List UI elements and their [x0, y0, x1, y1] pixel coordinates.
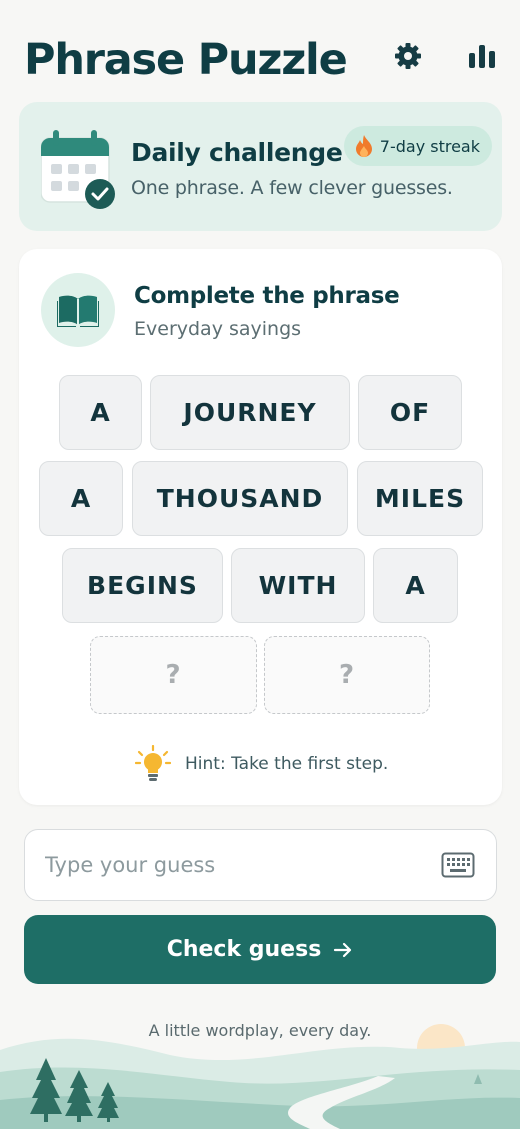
card-title: Complete the phrase [134, 283, 400, 309]
hint-text: Hint: Take the first step. [185, 754, 389, 774]
gear-icon[interactable] [392, 40, 424, 72]
flame-icon [355, 135, 372, 157]
footer-tagline: A little wordplay, every day. [148, 1021, 372, 1040]
daily-subtitle: One phrase. A few clever guesses. [131, 177, 453, 199]
word-tile: MILES [357, 461, 483, 536]
check-guess-label: Check guess [166, 937, 322, 962]
blank-tile[interactable]: ? [264, 636, 430, 714]
word-tile: THOUSAND [132, 461, 348, 536]
word-tile: BEGINS [62, 548, 223, 623]
app-header: Phrase Puzzle [24, 30, 498, 90]
blank-tile[interactable]: ? [90, 636, 257, 714]
bar-chart-icon[interactable] [466, 40, 498, 72]
card-subtitle: Everyday sayings [134, 318, 302, 340]
streak-label: 7-day streak [379, 136, 480, 156]
arrow-right-icon [334, 942, 352, 957]
word-tile: WITH [231, 548, 365, 623]
word-tile: JOURNEY [150, 375, 350, 450]
header-actions [392, 40, 498, 72]
daily-title: Daily challenge [131, 138, 343, 167]
guess-input[interactable] [24, 829, 497, 901]
book-icon-wrap [41, 273, 115, 347]
check-guess-button[interactable]: Check guess [24, 915, 496, 984]
app-title: Phrase Puzzle [24, 35, 348, 85]
word-tile: OF [358, 375, 462, 450]
word-tile: A [373, 548, 458, 623]
hint: Hint: Take the first step. [135, 745, 388, 783]
word-tile: A [39, 461, 123, 536]
calendar-check-icon [41, 130, 115, 209]
page: Phrase Puzzle Daily challenge One phrase… [0, 0, 520, 1129]
daily-challenge-card[interactable]: Daily challenge One phrase. A few clever… [19, 102, 502, 231]
streak-badge: 7-day streak [343, 126, 492, 166]
lightbulb-icon [135, 745, 171, 781]
puzzle-card: Complete the phrase Everyday sayings A J… [19, 249, 502, 805]
book-icon [57, 295, 99, 327]
word-tile: A [59, 375, 142, 450]
keyboard-icon[interactable] [441, 852, 475, 878]
